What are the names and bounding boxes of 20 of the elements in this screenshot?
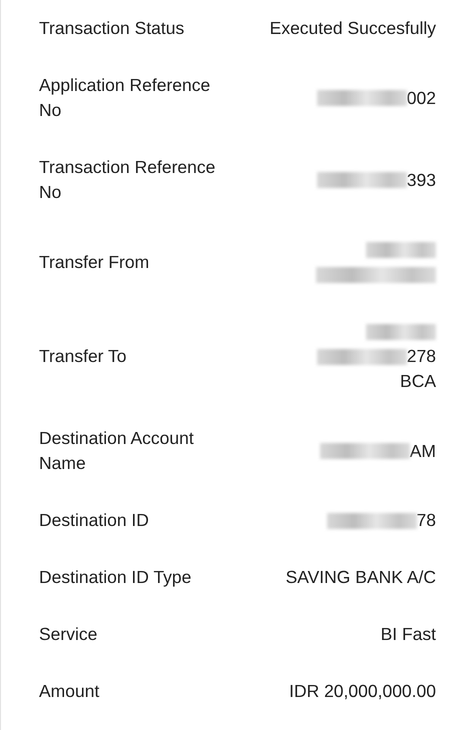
field-label: Destination ID xyxy=(39,509,150,532)
field-label: Destination Account Name xyxy=(39,427,195,475)
field-value: BI Fast xyxy=(380,623,436,646)
field-label: Application Reference No xyxy=(39,74,212,122)
field-label: Transaction Status xyxy=(39,17,186,40)
field-value: 002 xyxy=(406,86,436,110)
field-value: BCA xyxy=(400,370,436,393)
field-label: Transfer To xyxy=(39,345,128,368)
field-value: 78 xyxy=(416,509,436,532)
field-value: Executed Succesfully xyxy=(270,17,436,40)
field-value: 393 xyxy=(406,168,436,192)
field-label: Transfer From xyxy=(39,250,150,274)
field-label: Amount xyxy=(39,680,100,703)
field-label: Destination ID Type xyxy=(39,566,192,589)
field-label: Transaction Reference No xyxy=(39,156,216,204)
field-value: SAVING BANK A/C xyxy=(286,566,436,589)
field-value: AM xyxy=(410,440,436,462)
field-value: IDR 20,000,000.00 xyxy=(289,680,436,703)
field-value: 278 xyxy=(406,345,436,368)
field-label: Service xyxy=(39,623,98,646)
